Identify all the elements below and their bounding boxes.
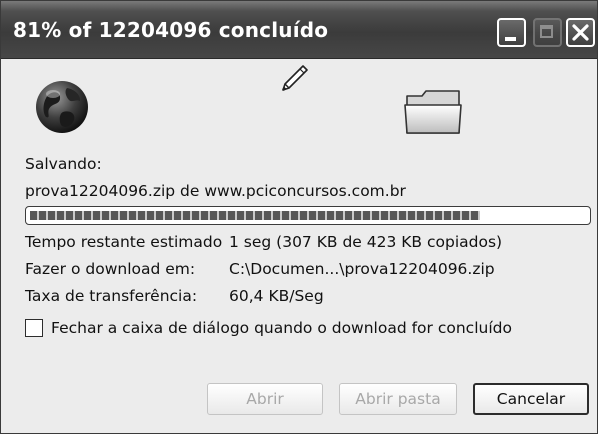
transfer-rate-value: 60,4 KB/Seg (229, 287, 324, 305)
maximize-icon (540, 25, 553, 38)
transfer-rate-label: Taxa de transferência: (25, 287, 198, 305)
maximize-button (533, 18, 562, 47)
minimize-icon (505, 37, 516, 41)
close-icon (572, 24, 589, 41)
time-remaining-label: Tempo restante estimado (25, 233, 223, 251)
download-to-value: C:\Documen...\prova12204096.zip (229, 260, 495, 278)
time-remaining-value: 1 seg (307 KB de 423 KB copiados) (229, 233, 503, 251)
open-button: Abrir (207, 383, 323, 415)
close-on-complete-checkbox[interactable] (25, 319, 43, 337)
progress-bar-fill (30, 211, 480, 220)
cancel-button[interactable]: Cancelar (473, 383, 589, 415)
file-source-text: prova12204096.zip de www.pciconcursos.co… (25, 182, 406, 200)
open-folder-button: Abrir pasta (339, 383, 457, 415)
window-title: 81% of 12204096 concluído (13, 18, 329, 42)
folder-icon (404, 90, 462, 134)
minimize-button[interactable] (497, 18, 526, 47)
pen-icon (282, 65, 308, 91)
download-progress-bar (25, 206, 591, 225)
title-bar[interactable]: 81% of 12204096 concluído (1, 1, 597, 59)
download-dialog: 81% of 12204096 concluído Salvando: prov… (0, 0, 598, 434)
close-button[interactable] (566, 18, 595, 47)
download-to-label: Fazer o download em: (25, 260, 196, 278)
globe-icon (36, 81, 88, 133)
close-on-complete-label[interactable]: Fechar a caixa de diálogo quando o downl… (51, 319, 512, 337)
saving-label: Salvando: (25, 155, 102, 173)
